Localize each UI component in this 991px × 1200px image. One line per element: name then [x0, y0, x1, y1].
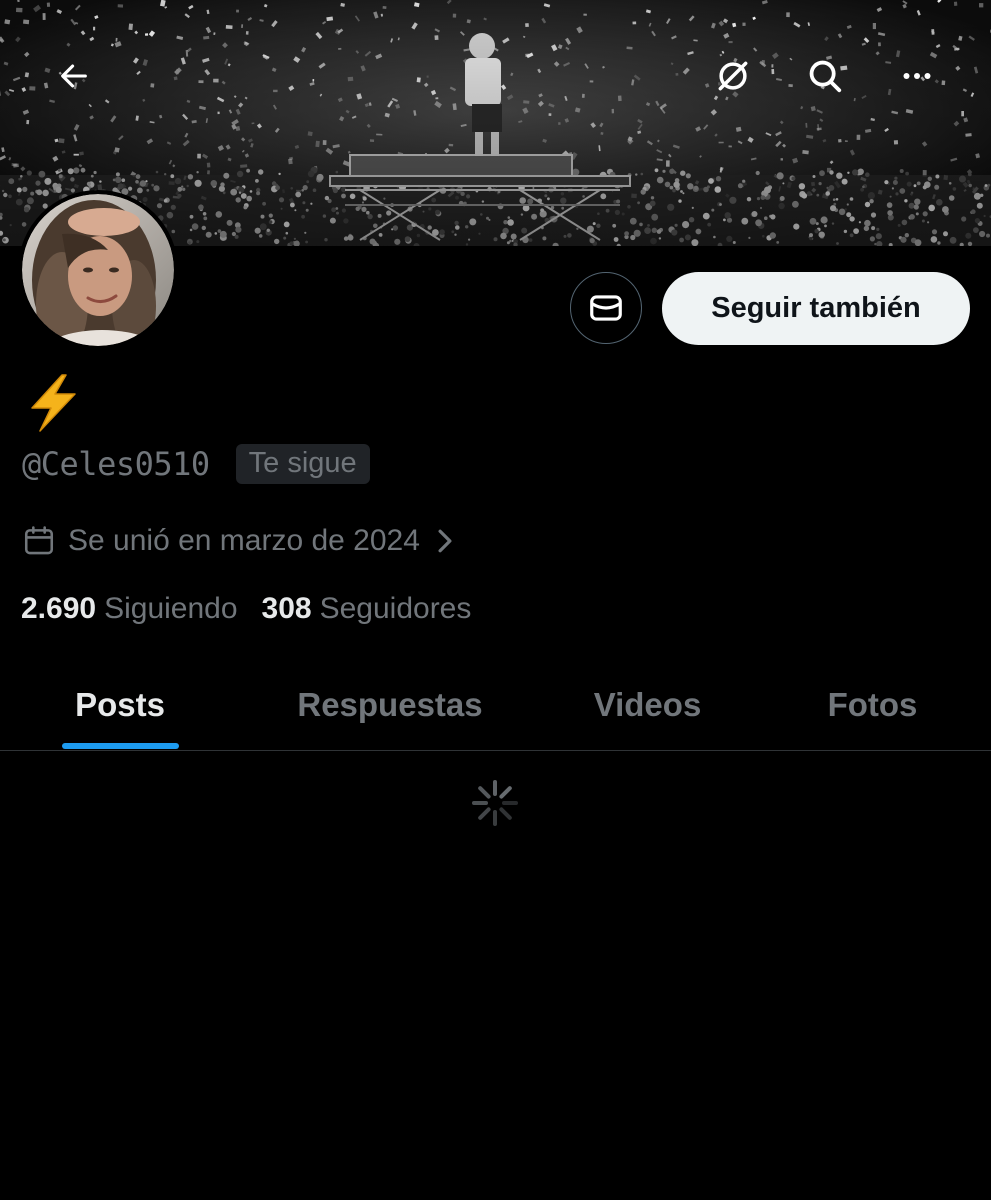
tab-videos[interactable]: Videos	[560, 660, 735, 750]
more-options-button[interactable]	[888, 47, 946, 105]
active-tab-indicator	[62, 743, 179, 749]
envelope-icon	[590, 295, 622, 321]
followers-link[interactable]: 308 Seguidores	[262, 592, 472, 626]
joined-date-text: Se unió en marzo de 2024	[68, 524, 420, 557]
loading-spinner-icon	[472, 780, 518, 826]
grok-icon	[718, 61, 748, 91]
tab-replies[interactable]: Respuestas	[270, 660, 510, 750]
following-label: Siguiendo	[104, 592, 238, 625]
profile-avatar[interactable]	[18, 190, 178, 350]
message-button[interactable]	[570, 272, 642, 344]
followers-label: Seguidores	[319, 592, 472, 625]
handle-row: @Celes0510 Te sigue	[22, 444, 370, 484]
following-link[interactable]: 2.690 Siguiendo	[21, 592, 238, 626]
search-icon	[809, 60, 842, 93]
grok-button[interactable]	[704, 47, 762, 105]
search-button[interactable]	[796, 47, 854, 105]
calendar-icon	[24, 526, 54, 555]
follow-back-button[interactable]: Seguir también	[662, 272, 970, 345]
profile-tabs: Posts Respuestas Videos Fotos	[0, 660, 991, 751]
back-button[interactable]	[45, 47, 103, 105]
tab-posts[interactable]: Posts	[40, 660, 200, 750]
more-horizontal-icon	[903, 73, 931, 79]
display-name-lightning-emoji	[31, 374, 76, 432]
avatar-image	[22, 194, 174, 346]
followers-count: 308	[261, 592, 312, 625]
following-count: 2.690	[21, 592, 97, 625]
arrow-left-icon	[61, 64, 87, 88]
joined-date-row[interactable]: Se unió en marzo de 2024	[22, 524, 456, 558]
follows-you-badge: Te sigue	[235, 444, 370, 484]
user-handle: @Celes0510	[22, 445, 210, 483]
chevron-right-icon	[438, 529, 452, 553]
follow-stats: 2.690 Siguiendo 308 Seguidores	[21, 592, 471, 626]
tab-photos[interactable]: Fotos	[795, 660, 950, 750]
